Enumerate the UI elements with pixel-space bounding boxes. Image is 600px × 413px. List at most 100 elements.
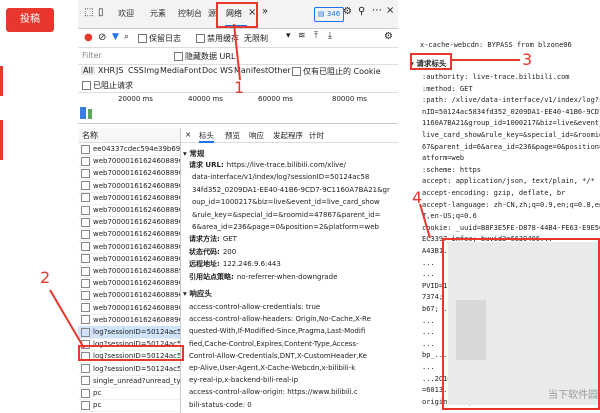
request-row[interactable]: web70000161624608890204... bbox=[78, 314, 180, 327]
response-header-line: fied,Cache-Control,Expires,Content-Type,… bbox=[189, 339, 359, 348]
request-row[interactable]: web70000161624608889408... bbox=[78, 265, 180, 278]
import-icon[interactable]: ⤒ bbox=[314, 31, 318, 41]
hide-data-urls-label: 隐藏数据 URL bbox=[185, 52, 236, 61]
request-list-header: 名称 bbox=[78, 128, 180, 143]
general-value: &rule_key=&special_id=&roomid=47867&pare… bbox=[192, 210, 381, 219]
wifi-icon[interactable]: ≋ bbox=[298, 31, 306, 41]
more-options-icon[interactable]: ⋯ bbox=[372, 5, 382, 16]
type-filter-doc[interactable]: Doc bbox=[202, 66, 217, 75]
file-icon bbox=[81, 290, 90, 300]
record-icon[interactable]: ● bbox=[84, 32, 93, 43]
request-row[interactable]: single_unread?unread_type=... bbox=[78, 375, 180, 388]
request-name: single_unread?unread_type=... bbox=[93, 376, 180, 385]
annotation-box-network-tab bbox=[216, 2, 258, 28]
file-icon bbox=[81, 181, 90, 191]
request-row[interactable]: web70000161624608890194... bbox=[78, 204, 180, 217]
tab-elements[interactable]: 元素 bbox=[150, 8, 166, 19]
tab-console[interactable]: 控制台 bbox=[178, 8, 202, 19]
request-row[interactable]: web70000161624608890186... bbox=[78, 167, 180, 181]
clear-icon[interactable]: ⊘ bbox=[98, 32, 106, 43]
settings-icon[interactable]: ⚙ bbox=[343, 6, 352, 17]
general-line: data-interface/v1/index/log?sessionID=50… bbox=[189, 172, 369, 183]
filter-icon[interactable]: ▼ bbox=[112, 32, 119, 42]
resource-type-filters: All XHR JS CSS Img Media Font Doc WS Man… bbox=[78, 65, 398, 78]
general-value: 34fd352_0209DA1-EE40-41B6-9CD7-9C1160A7B… bbox=[192, 185, 390, 194]
request-row[interactable]: web70000161624608890186... bbox=[78, 155, 180, 169]
blocked-cookies-checkbox[interactable]: 仅有已阻止的 Cookie bbox=[292, 66, 381, 77]
type-filter-font[interactable]: Font bbox=[184, 66, 201, 75]
message-count-badge[interactable]: ▤ 346 bbox=[314, 7, 345, 22]
general-line: 状态代码: 200 bbox=[189, 247, 236, 258]
type-filter-ws[interactable]: WS bbox=[220, 66, 233, 75]
request-header-line: accept-encoding: gzip, deflate, br bbox=[422, 189, 566, 197]
tab-timing[interactable]: 计时 bbox=[309, 130, 324, 141]
response-headers-section-title[interactable]: ▾ 响应头 bbox=[183, 288, 212, 299]
blocked-cookies-label: 仅有已阻止的 Cookie bbox=[303, 67, 381, 76]
request-header-line: nID=50124ac5834fd352_0209DA1-EE40-41B6-9… bbox=[422, 107, 600, 116]
close-details-icon[interactable]: × bbox=[185, 130, 191, 139]
type-filter-css[interactable]: CSS bbox=[128, 66, 144, 75]
type-filter-media[interactable]: Media bbox=[160, 66, 184, 75]
request-header-line: accept-language: zh-CN,zh;q=0.9,en;q=0.8… bbox=[422, 200, 600, 209]
file-icon bbox=[81, 278, 90, 288]
type-filter-xhr[interactable]: XHR bbox=[98, 66, 115, 75]
throttle-dropdown-icon[interactable]: ▾ bbox=[286, 31, 291, 41]
network-settings-icon[interactable]: ⚙ bbox=[384, 31, 393, 42]
request-row[interactable]: ee04337cdec594e39b69b355... bbox=[78, 143, 180, 156]
type-filter-img[interactable]: Img bbox=[144, 66, 159, 75]
account-icon[interactable]: ⚲ bbox=[358, 6, 365, 17]
type-filter-other[interactable]: Other bbox=[268, 66, 291, 75]
close-devtools-icon[interactable]: × bbox=[386, 5, 394, 16]
type-filter-all[interactable]: All bbox=[81, 66, 95, 75]
request-row[interactable]: web70000161624608890204... bbox=[78, 289, 180, 303]
request-row[interactable]: web70000161624608890203... bbox=[78, 277, 180, 291]
request-name: web70000161624608890186... bbox=[93, 157, 180, 166]
request-header-line: :scheme: https bbox=[422, 165, 482, 174]
request-row[interactable]: web70000161624608890204... bbox=[78, 302, 180, 315]
request-name: web70000161624608890204... bbox=[93, 291, 180, 300]
type-filter-manifest[interactable]: Manifest bbox=[234, 66, 268, 75]
request-header-line: ... bbox=[422, 258, 435, 267]
general-line: 请求 URL: https://live-trace.bilibili.com/x… bbox=[189, 160, 346, 171]
type-filter-js[interactable]: JS bbox=[116, 66, 123, 75]
request-name: web70000161624608890194... bbox=[93, 206, 180, 214]
tab-sources[interactable]: 源 bbox=[208, 8, 216, 19]
request-row[interactable]: web70000161624608890204... bbox=[78, 253, 180, 266]
request-row[interactable]: web70000161624608890197... bbox=[78, 241, 180, 254]
hide-data-urls-checkbox[interactable]: 隐藏数据 URL bbox=[174, 51, 235, 62]
request-row[interactable]: web70000161624608890190... bbox=[78, 192, 180, 205]
preserve-log-label: 保留日志 bbox=[149, 34, 181, 43]
general-section-title[interactable]: ▾ 常规 bbox=[183, 148, 204, 159]
request-name: web70000161624608890203... bbox=[93, 279, 180, 288]
request-row[interactable]: pc bbox=[78, 399, 180, 413]
file-icon bbox=[81, 303, 90, 313]
tab-response[interactable]: 响应 bbox=[249, 130, 264, 141]
disable-cache-checkbox[interactable]: 禁用缓存 bbox=[196, 33, 239, 44]
request-row[interactable]: web70000161624608890197... bbox=[78, 228, 180, 242]
filter-input[interactable]: Filter bbox=[82, 51, 102, 60]
request-row[interactable]: log?sessionID=50124ac5834... bbox=[78, 326, 180, 339]
network-timeline[interactable]: 20000 ms 40000 ms 60000 ms 80000 ms bbox=[78, 93, 398, 124]
request-row[interactable]: log?sessionID=50124ac5834... bbox=[78, 363, 180, 376]
response-header-line: ep-Alive,User-Agent,X-Cache-Webcdn,x-bil… bbox=[189, 364, 356, 372]
export-icon[interactable]: ⤓ bbox=[328, 31, 332, 41]
tab-headers[interactable]: 标头 bbox=[199, 130, 214, 143]
tab-preview[interactable]: 预览 bbox=[225, 130, 240, 141]
name-column-header[interactable]: 名称 bbox=[82, 130, 98, 141]
general-key: 请求 URL: bbox=[189, 161, 224, 169]
more-tabs-icon[interactable]: » bbox=[262, 6, 268, 17]
request-row[interactable]: pc bbox=[78, 387, 180, 400]
device-toolbar-icon[interactable]: ▯ bbox=[98, 7, 104, 18]
inspect-icon[interactable]: ⬚ bbox=[84, 7, 93, 18]
search-icon[interactable]: ⌕ bbox=[124, 32, 129, 42]
tab-initiator[interactable]: 发起程序 bbox=[273, 130, 303, 141]
blocked-requests-checkbox[interactable]: 已阻止请求 bbox=[82, 80, 133, 91]
preserve-log-checkbox[interactable]: 保留日志 bbox=[138, 33, 181, 44]
throttle-select[interactable]: 无限制 bbox=[244, 33, 268, 44]
filter-row: Filter 隐藏数据 URL bbox=[78, 48, 398, 65]
general-value: oup_id=1000217&biz=live&event_id=live_ca… bbox=[192, 198, 380, 207]
request-row[interactable]: web70000161624608890197... bbox=[78, 216, 180, 230]
tab-welcome[interactable]: 欢迎 bbox=[118, 8, 134, 19]
submit-button[interactable]: 投稿 bbox=[6, 8, 54, 32]
request-row[interactable]: web70000161624608890186... bbox=[78, 180, 180, 193]
